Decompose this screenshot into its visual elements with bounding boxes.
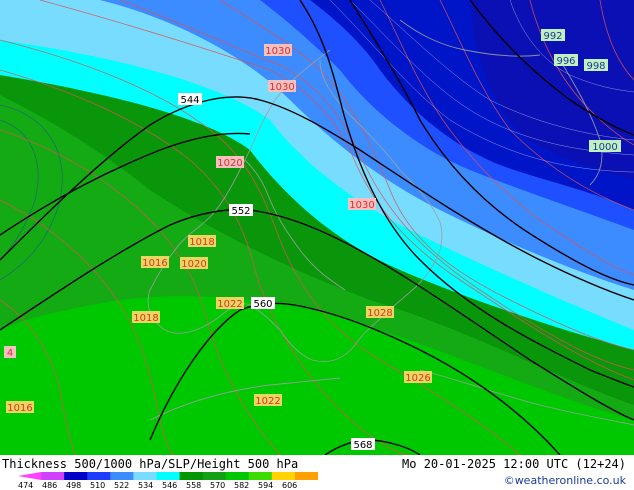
color-scale-tick-label: 474 [18,481,34,490]
svg-text:4: 4 [7,348,13,359]
map-footer: Thickness 500/1000 hPa/SLP/Height 500 hP… [0,455,634,490]
svg-text:996: 996 [556,56,575,67]
pressure-label-992: 992 [541,29,565,42]
pressure-label-edge: 4 [4,346,16,359]
color-scale-swatch [179,472,204,480]
color-scale-swatch [41,472,65,480]
svg-text:1030: 1030 [265,46,290,57]
thickness-map: 1030 1030 1020 1030 1018 1016 1020 1022 … [0,0,634,455]
svg-text:1022: 1022 [255,396,280,407]
color-scale-swatch [156,472,181,480]
pressure-label-1020-b: 1020 [180,257,208,270]
color-scale-tick-label: 570 [210,481,226,490]
pressure-label-1018-b: 1018 [132,311,160,324]
svg-text:998: 998 [586,61,605,72]
svg-text:1018: 1018 [133,313,158,324]
color-scale-arrow [18,472,42,480]
weather-map-view: 1030 1030 1020 1030 1018 1016 1020 1022 … [0,0,634,490]
pressure-label-1028: 1028 [366,306,394,319]
color-scale-swatch [294,472,318,480]
svg-text:1020: 1020 [217,158,242,169]
svg-text:568: 568 [353,440,372,451]
color-scale-tick-label: 558 [186,481,202,490]
color-scale-tick-label: 594 [258,481,274,490]
pressure-label-1020-a: 1020 [216,156,244,169]
credit-link[interactable]: ©weatheronline.co.uk [504,474,626,487]
pressure-label-1026: 1026 [404,371,432,384]
pressure-label-998: 998 [584,59,608,72]
pressure-label-1018-a: 1018 [188,235,216,248]
color-scale-swatch [271,472,296,480]
color-scale-tick-label: 486 [42,481,58,490]
svg-text:544: 544 [180,95,199,106]
height-label-568: 568 [351,438,375,451]
pressure-label-1022-b: 1022 [254,394,282,407]
color-scale-swatch [225,472,250,480]
svg-text:1016: 1016 [142,258,167,269]
color-scale-tick-label: 606 [282,481,298,490]
svg-text:1000: 1000 [592,142,617,153]
color-scale-swatch [64,472,88,480]
svg-text:1018: 1018 [189,237,214,248]
color-scale-swatch [248,472,273,480]
color-scale-tick-label: 498 [66,481,82,490]
color-scale-swatch [133,472,157,480]
pressure-label-1022-a: 1022 [216,297,244,310]
pressure-label-1030-c: 1030 [348,198,376,211]
color-scale-tick-label: 582 [234,481,250,490]
color-scale-tick-label: 534 [138,481,154,490]
svg-text:1026: 1026 [405,373,430,384]
pressure-label-1030-b: 1030 [268,80,296,93]
height-label-560: 560 [251,297,275,310]
svg-text:1022: 1022 [217,299,242,310]
height-label-544: 544 [178,93,202,106]
svg-text:552: 552 [231,206,250,217]
height-label-552: 552 [229,204,253,217]
map-title: Thickness 500/1000 hPa/SLP/Height 500 hP… [2,457,299,471]
pressure-label-1000: 1000 [589,140,621,153]
pressure-label-1030-a: 1030 [264,44,292,57]
svg-text:992: 992 [543,31,562,42]
color-scale-tick-label: 546 [162,481,178,490]
svg-text:1028: 1028 [367,308,392,319]
pressure-label-996: 996 [554,54,578,67]
svg-text:1030: 1030 [269,82,294,93]
svg-text:1030: 1030 [349,200,374,211]
color-scale-swatch [202,472,227,480]
color-scale-tick-label: 510 [90,481,106,490]
svg-text:1020: 1020 [181,259,206,270]
color-scale-swatch [110,472,134,480]
svg-text:1016: 1016 [7,403,32,414]
pressure-label-1016-b: 1016 [6,401,34,414]
color-scale-tick-label: 522 [114,481,130,490]
svg-text:560: 560 [253,299,272,310]
pressure-label-1016-a: 1016 [141,256,169,269]
color-scale-bar [18,472,318,480]
valid-time: Mo 20-01-2025 12:00 UTC (12+24) [402,457,626,471]
color-scale-swatch [87,472,111,480]
